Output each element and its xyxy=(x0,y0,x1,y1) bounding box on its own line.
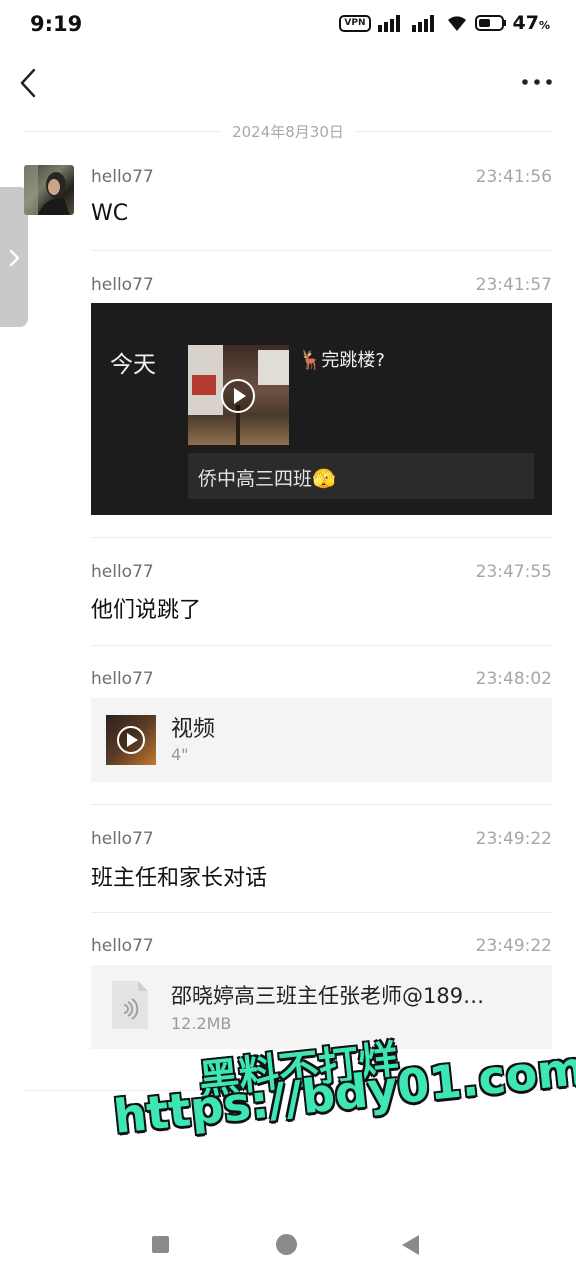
home-button[interactable] xyxy=(276,1234,297,1255)
message-sender: hello77 xyxy=(91,936,154,956)
message-time: 23:49:22 xyxy=(475,829,552,849)
message-divider xyxy=(91,645,552,646)
message-sender: hello77 xyxy=(91,669,154,689)
message-sender: hello77 xyxy=(91,562,154,582)
vpn-icon: VPN xyxy=(339,14,371,32)
message-text[interactable]: 他们说跳了 xyxy=(91,592,201,624)
battery-icon xyxy=(474,15,506,31)
chevron-right-icon xyxy=(9,249,20,267)
file-size: 12.2MB xyxy=(171,1014,232,1033)
date-separator: 2024年8月30日 xyxy=(0,121,576,142)
message-time: 23:41:56 xyxy=(475,167,552,187)
shared-card-heading: 今天 xyxy=(110,352,156,378)
message-divider xyxy=(91,537,552,538)
message-sender: hello77 xyxy=(91,275,154,295)
recents-button[interactable] xyxy=(152,1236,169,1253)
message-time: 23:48:02 xyxy=(475,669,552,689)
shared-card-subtitle: 侨中高三四班🫣 xyxy=(198,468,336,490)
wifi-icon xyxy=(447,16,466,31)
message-divider xyxy=(91,804,552,805)
shared-card-title: 🦌完跳楼? xyxy=(299,350,385,371)
message-text[interactable]: 班主任和家长对话 xyxy=(91,860,267,892)
status-time: 9:19 xyxy=(30,12,83,36)
message-sender: hello77 xyxy=(91,167,154,187)
message-time: 23:47:55 xyxy=(475,562,552,582)
signal-icon xyxy=(377,15,400,32)
battery-percent: 47% xyxy=(512,12,550,34)
more-horizontal-icon xyxy=(522,79,552,85)
video-label: 视频 xyxy=(171,717,216,742)
message-text[interactable]: WC xyxy=(91,201,128,226)
video-message[interactable] xyxy=(91,698,552,782)
message-time: 23:41:57 xyxy=(475,275,552,295)
video-duration: 4" xyxy=(171,745,189,764)
signal-icon-2 xyxy=(411,15,434,32)
chevron-left-icon xyxy=(20,68,36,98)
nav-back-button[interactable] xyxy=(400,1234,422,1256)
file-name: 邵晓婷高三班主任张老师@189… xyxy=(171,984,485,1008)
back-button[interactable] xyxy=(16,64,46,102)
message-divider xyxy=(91,250,552,251)
status-icons: VPN 47% xyxy=(339,12,550,34)
audio-file-icon xyxy=(110,979,150,1031)
message-divider xyxy=(91,912,552,913)
shared-video-thumbnail[interactable] xyxy=(188,345,289,445)
back-triangle-icon xyxy=(402,1235,419,1255)
avatar[interactable] xyxy=(24,165,74,215)
video-thumbnail[interactable] xyxy=(106,715,156,765)
more-button[interactable] xyxy=(520,70,554,94)
message-sender: hello77 xyxy=(91,829,154,849)
message-time: 23:49:22 xyxy=(475,936,552,956)
